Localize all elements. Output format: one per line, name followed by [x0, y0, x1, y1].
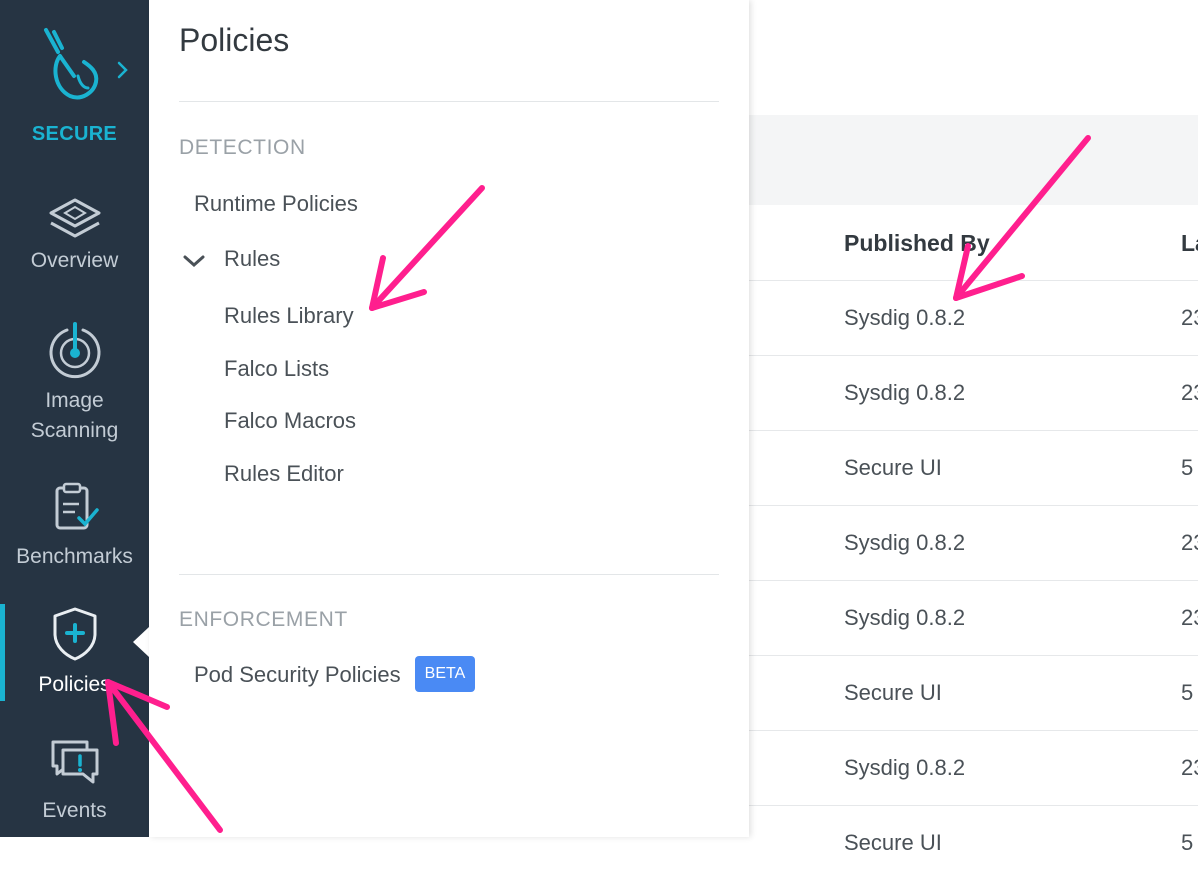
- nav-benchmarks[interactable]: Benchmarks: [0, 482, 149, 572]
- table-row[interactable]: Sysdig 0.8.2 23: [749, 280, 1198, 356]
- scan-target-icon: [49, 322, 100, 379]
- left-nav-rail: SECURE Overview Image Scanning Benchmark…: [0, 0, 149, 837]
- menu-runtime-policies[interactable]: Runtime Policies: [194, 191, 358, 217]
- column-header-published-by[interactable]: Published By: [844, 230, 990, 257]
- rules-table-area: Published By La Sysdig 0.8.2 23 Sysdig 0…: [749, 0, 1198, 855]
- menu-rules-label: Rules: [224, 246, 281, 271]
- cell-published-by: Sysdig 0.8.2: [844, 755, 966, 780]
- nav-image-scanning-label: Image: [45, 389, 104, 412]
- cell-published-by: Sysdig 0.8.2: [844, 380, 966, 405]
- flyout-title: Policies: [179, 22, 290, 58]
- clipboard-check-icon: [55, 482, 99, 530]
- cell-published-by: Sysdig 0.8.2: [844, 530, 966, 555]
- table-row[interactable]: Sysdig 0.8.2 23: [749, 505, 1198, 581]
- table-row[interactable]: Secure UI 5: [749, 805, 1198, 881]
- shield-plus-icon: [53, 607, 96, 661]
- cell-published-by: Sysdig 0.8.2: [844, 605, 966, 630]
- menu-rules-editor[interactable]: Rules Editor: [224, 461, 344, 487]
- cell-last: 23: [1181, 605, 1198, 630]
- table-row[interactable]: Sysdig 0.8.2 23: [749, 730, 1198, 806]
- secure-logo-icon: [44, 28, 99, 100]
- cell-last: 5: [1181, 455, 1194, 480]
- toolbar-band: [749, 115, 1198, 205]
- cell-last: 23: [1181, 530, 1198, 555]
- menu-rules-library[interactable]: Rules Library: [224, 303, 354, 329]
- nav-image-scanning-label-2: Scanning: [30, 419, 119, 442]
- cell-last: 23: [1181, 305, 1198, 330]
- beta-badge: BETA: [414, 656, 476, 692]
- column-header-last[interactable]: La: [1181, 230, 1198, 257]
- chevron-down-icon: [183, 255, 205, 268]
- cell-last: 23: [1181, 755, 1198, 780]
- nav-events[interactable]: Events: [0, 736, 149, 826]
- cell-published-by: Secure UI: [844, 830, 942, 855]
- nav-benchmarks-label: Benchmarks: [16, 545, 133, 568]
- section-enforcement-heading: ENFORCEMENT: [179, 608, 348, 631]
- table-row[interactable]: Sysdig 0.8.2 23: [749, 355, 1198, 431]
- menu-falco-macros[interactable]: Falco Macros: [224, 408, 356, 434]
- cell-published-by: Secure UI: [844, 680, 942, 705]
- cell-last: 5: [1181, 830, 1194, 855]
- cell-published-by: Sysdig 0.8.2: [844, 305, 966, 330]
- table-row[interactable]: Sysdig 0.8.2 23: [749, 580, 1198, 656]
- cell-last: 5: [1181, 680, 1194, 705]
- cell-last: 23: [1181, 380, 1198, 405]
- nav-policies[interactable]: Policies: [0, 606, 149, 700]
- nav-policies-label: Policies: [38, 673, 111, 696]
- nav-overview-label: Overview: [30, 249, 119, 272]
- nav-image-scanning[interactable]: Image Scanning: [0, 322, 149, 446]
- layers-icon: [49, 198, 100, 238]
- section-divider: [179, 574, 719, 575]
- brand-label: SECURE: [31, 123, 118, 145]
- cell-published-by: Secure UI: [844, 455, 942, 480]
- title-divider: [179, 101, 719, 102]
- nav-overview[interactable]: Overview: [0, 196, 149, 276]
- nav-events-label: Events: [42, 799, 107, 822]
- menu-pod-security-policies-label: Pod Security Policies: [194, 661, 401, 687]
- brand-block[interactable]: SECURE: [0, 0, 149, 160]
- menu-pod-security-policies[interactable]: Pod Security Policies BETA: [194, 656, 476, 694]
- section-detection-heading: DETECTION: [179, 136, 306, 159]
- chat-alert-icon: [51, 740, 98, 784]
- menu-falco-lists[interactable]: Falco Lists: [224, 356, 329, 382]
- table-row[interactable]: Secure UI 5: [749, 430, 1198, 506]
- flyout-pointer: [133, 627, 149, 657]
- policies-flyout-menu: Policies DETECTION Runtime Policies Rule…: [149, 0, 749, 837]
- table-row[interactable]: Secure UI 5: [749, 655, 1198, 731]
- chevron-right-icon[interactable]: [116, 60, 130, 80]
